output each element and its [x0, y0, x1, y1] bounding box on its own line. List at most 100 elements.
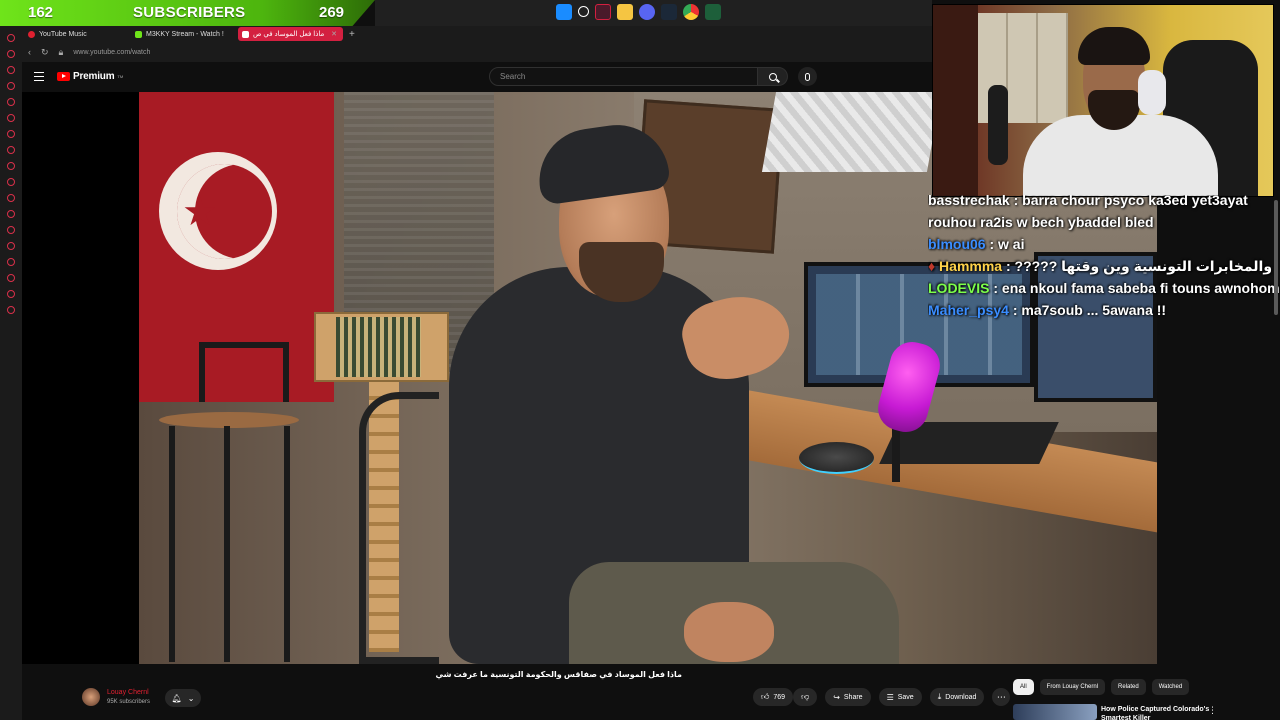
download-icon: ⤓	[937, 692, 942, 701]
sidebar-icon[interactable]	[7, 290, 15, 298]
chat-username: blmou06	[928, 236, 986, 252]
hamburger-menu-icon[interactable]	[34, 72, 44, 81]
search-icon	[768, 72, 777, 81]
search-button[interactable]	[758, 67, 788, 86]
sidebar-icon[interactable]	[7, 162, 15, 170]
notification-bell-button[interactable]: 🔔︎ ⌄	[165, 689, 201, 707]
steam-icon[interactable]	[661, 4, 677, 20]
thumbs-up-icon: 👍︎	[761, 692, 770, 701]
streamer-webcam	[932, 4, 1274, 197]
book	[336, 317, 421, 377]
chip-related[interactable]: Related	[1111, 679, 1146, 695]
more-actions-button[interactable]: ⋯	[992, 688, 1011, 706]
address-bar: ‹ ↻ 🔒︎ www.youtube.com/watch	[22, 42, 932, 62]
like-button[interactable]: 👍︎ 769	[753, 688, 794, 706]
sidebar-icon[interactable]	[7, 146, 15, 154]
back-icon[interactable]: ‹	[28, 47, 31, 57]
bar-stool	[159, 342, 299, 662]
windows-icon[interactable]	[556, 4, 572, 20]
chat-text: : ena nkoul fama sabeba fi touns awnohom	[989, 280, 1280, 296]
recommendation-menu-icon[interactable]: ⋮	[1208, 705, 1217, 716]
os-taskbar	[375, 0, 932, 26]
search-input[interactable]: Search	[489, 67, 758, 86]
share-icon: ↪	[833, 692, 840, 702]
tab-label: YouTube Music	[39, 30, 87, 38]
recommendation-thumbnail[interactable]	[1013, 704, 1097, 720]
close-tab-icon[interactable]: ✕	[331, 30, 337, 38]
reload-icon[interactable]: ↻	[41, 47, 49, 58]
stream-chat: basstrechak : barra chour psyco ka3ed ye…	[928, 195, 1280, 370]
voice-search-button[interactable]	[798, 67, 817, 86]
download-label: Download	[945, 693, 977, 701]
chevron-down-icon: ⌄	[187, 693, 195, 703]
recommendation-title[interactable]: How Police Captured Colorado's Smartest …	[1101, 705, 1211, 720]
sidebar-icon[interactable]	[7, 242, 15, 250]
channel-name[interactable]: Louay Chernl	[107, 689, 149, 696]
chip-from-channel[interactable]: From Louay Chernl	[1039, 679, 1106, 695]
browser-sidebar	[0, 26, 22, 720]
playlist-add-icon: ☰	[886, 692, 894, 702]
sidebar-icon[interactable]	[7, 194, 15, 202]
discord-icon[interactable]	[639, 4, 655, 20]
share-label: Share	[843, 693, 863, 701]
sidebar-icon[interactable]	[7, 98, 15, 106]
chat-username: basstrechak	[928, 195, 1010, 208]
sidebar-icon[interactable]	[7, 82, 15, 90]
tab-label: M3KKY Stream - Watch !	[146, 30, 224, 38]
download-button[interactable]: ⤓ Download	[929, 688, 985, 706]
url-text[interactable]: www.youtube.com/watch	[73, 49, 150, 56]
chat-text: : ma7soub ... 5awana !!	[1008, 302, 1167, 318]
sidebar-icon[interactable]	[7, 66, 15, 74]
sidebar-icon[interactable]	[7, 178, 15, 186]
chat-badge-icon: ♦	[928, 258, 940, 274]
more-icon: ⋯	[996, 691, 1006, 702]
chat-message: LODEVIS : ena nkoul fama sabeba fi touns…	[928, 277, 1280, 299]
chat-message: basstrechak : barra chour psyco ka3ed ye…	[928, 195, 1280, 233]
chat-message: blmou06 : w ai	[928, 233, 1280, 255]
sidebar-icon[interactable]	[7, 34, 15, 42]
chip-watched[interactable]: Watched	[1151, 679, 1190, 695]
app-icon[interactable]	[705, 4, 721, 20]
sidebar-icon[interactable]	[7, 258, 15, 266]
browser-tab-bar: YouTube Music M3KKY Stream - Watch ! ماذ…	[22, 26, 932, 42]
sidebar-icon[interactable]	[7, 50, 15, 58]
chip-all[interactable]: All	[1013, 679, 1034, 695]
chair-back	[359, 392, 439, 664]
chrome-icon[interactable]	[683, 4, 699, 20]
chat-username: LODEVIS	[928, 280, 990, 296]
sidebar-icon[interactable]	[7, 210, 15, 218]
dislike-button[interactable]: 👎︎	[793, 688, 818, 706]
save-label: Save	[897, 693, 914, 701]
chat-message: Maher_psy4 : ma7soub ... 5awana !!	[928, 299, 1280, 321]
share-button[interactable]: ↪ Share	[825, 688, 871, 706]
like-count: 769	[773, 693, 786, 701]
sidebar-icon[interactable]	[7, 274, 15, 282]
save-button[interactable]: ☰ Save	[878, 688, 922, 706]
app-icon[interactable]	[595, 4, 611, 20]
softbox-light	[761, 92, 942, 172]
sidebar-icon[interactable]	[7, 226, 15, 234]
sidebar-icon[interactable]	[7, 130, 15, 138]
avatar[interactable]	[82, 688, 100, 706]
bell-icon: 🔔︎	[171, 693, 182, 703]
search-icon[interactable]	[578, 6, 589, 17]
sidebar-icon[interactable]	[7, 306, 15, 314]
subscriber-label: SUBSCRIBERS	[133, 4, 246, 21]
subscriber-goal-bar: 162 SUBSCRIBERS 269	[0, 0, 375, 26]
tab-youtube-video[interactable]: ماذا فعل الموساد في ص ✕	[238, 27, 343, 41]
subscriber-count-goal: 269	[319, 4, 345, 21]
tab-youtube-music[interactable]: YouTube Music	[24, 27, 129, 41]
streamer-hair	[1078, 27, 1150, 65]
logo-trademark: TM	[117, 74, 124, 79]
tab-label: ماذا فعل الموساد في ص	[253, 31, 325, 38]
thumbs-down-icon: 👎︎	[801, 692, 810, 701]
youtube-premium-logo[interactable]: Premium TM	[57, 71, 123, 82]
sidebar-icon[interactable]	[7, 114, 15, 122]
youtube-play-icon	[57, 72, 70, 81]
page-scrollbar[interactable]	[1274, 200, 1278, 315]
tab-m3kky-stream[interactable]: M3KKY Stream - Watch !	[131, 27, 236, 41]
chat-username: Hammma	[939, 258, 1003, 274]
folder-icon[interactable]	[617, 4, 633, 20]
stream-favicon-icon	[135, 30, 142, 38]
new-tab-button[interactable]: +	[349, 29, 355, 40]
